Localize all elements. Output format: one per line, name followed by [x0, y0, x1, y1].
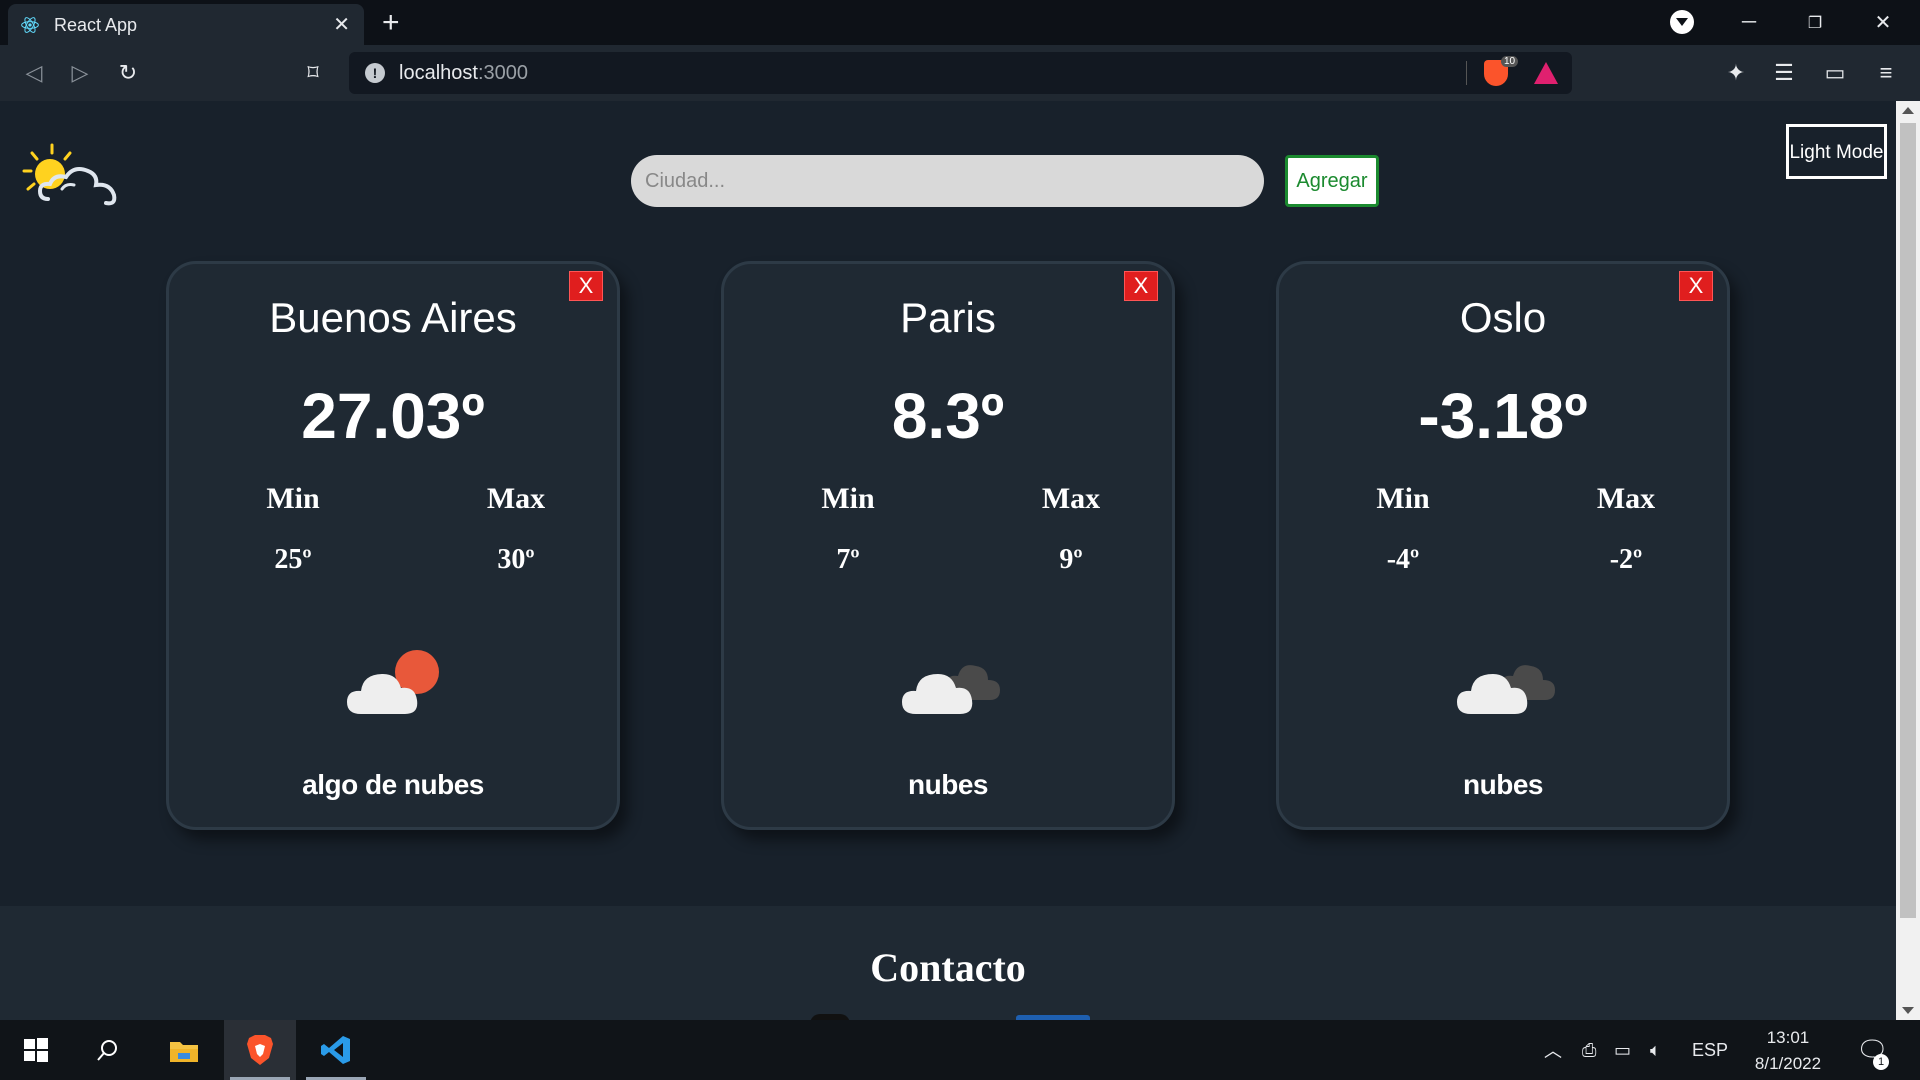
url-separator	[1466, 61, 1467, 85]
vscode-icon	[321, 1036, 350, 1064]
max-label: Max	[1596, 482, 1656, 515]
weather-description: nubes	[908, 769, 988, 800]
vscode-taskbar-button[interactable]	[300, 1020, 372, 1080]
forward-icon[interactable]: ▷	[64, 57, 96, 89]
weather-card: X Oslo -3.18º Min Max -4º -2º nubes	[1276, 261, 1730, 830]
system-clock[interactable]: 13:01 8/1/2022	[1740, 1025, 1836, 1077]
weather-card: X Paris 8.3º Min Max 7º 9º nubes	[721, 261, 1175, 830]
city-name: Oslo	[1459, 294, 1547, 341]
clock-time: 13:01	[1766, 1028, 1810, 1047]
browser-toolbar: ◁ ▷ ↻ ⌑ ! localhost:3000 10 ✦ ☰ ▭ ≡	[0, 45, 1920, 101]
notification-count-badge: 1	[1873, 1054, 1889, 1070]
reload-icon[interactable]: ↻	[112, 57, 144, 89]
search-button[interactable]	[72, 1020, 144, 1080]
minimize-icon[interactable]: ─	[1716, 0, 1782, 45]
menu-icon[interactable]: ≡	[1872, 59, 1900, 87]
meet-now-icon[interactable]: ⎙	[1582, 1020, 1596, 1080]
brave-rewards-icon[interactable]	[1534, 62, 1558, 84]
city-search-input[interactable]	[631, 155, 1264, 207]
wallet-icon[interactable]: ▭	[1821, 59, 1849, 87]
min-temperature: 7º	[836, 544, 860, 575]
file-explorer-button[interactable]	[148, 1020, 220, 1080]
min-temperature: -4º	[1386, 544, 1420, 575]
tab-title: React App	[54, 15, 138, 35]
browser-tab[interactable]: React App ✕	[8, 4, 364, 45]
current-temperature: 8.3º	[891, 380, 1005, 452]
weather-description: nubes	[1463, 769, 1543, 800]
brave-taskbar-button[interactable]	[224, 1020, 296, 1080]
add-city-button[interactable]: Agregar	[1285, 155, 1379, 207]
windows-logo-icon	[24, 1038, 48, 1062]
max-temperature: 30º	[497, 544, 535, 575]
scroll-down-arrow-icon[interactable]	[1902, 1007, 1914, 1014]
url-port: :3000	[477, 62, 528, 84]
broken-clouds-icon	[902, 665, 1000, 714]
broken-clouds-icon	[1457, 665, 1555, 714]
app-logo-sun-cloud-icon	[22, 143, 117, 206]
min-label: Min	[821, 482, 875, 515]
language-indicator[interactable]: ESP	[1692, 1020, 1728, 1080]
min-label: Min	[1376, 482, 1430, 515]
max-temperature: -2º	[1609, 544, 1643, 575]
start-button[interactable]	[0, 1020, 72, 1080]
browser-titlebar: React App ✕ + ─ ❐ ✕	[0, 0, 1920, 45]
contact-title: Contacto	[870, 945, 1026, 990]
max-label: Max	[486, 482, 546, 515]
url-text[interactable]: localhost:3000	[399, 62, 528, 85]
light-mode-toggle-button[interactable]: Light Mode	[1786, 124, 1887, 179]
city-name: Buenos Aires	[269, 294, 517, 341]
city-name: Paris	[900, 294, 996, 341]
windows-taskbar: ︿ ⎙ ▭ 🔈︎ ESP 13:01 8/1/2022 🗨︎ 1	[0, 1020, 1920, 1080]
scroll-up-arrow-icon[interactable]	[1902, 107, 1914, 114]
weather-description: algo de nubes	[302, 769, 484, 800]
current-temperature: -3.18º	[1418, 380, 1588, 452]
folder-icon	[170, 1042, 198, 1062]
max-temperature: 9º	[1059, 544, 1083, 575]
contact-section: Contacto	[0, 906, 1896, 1020]
min-label: Min	[266, 482, 320, 515]
address-bar[interactable]: ! localhost:3000 10	[349, 52, 1572, 94]
weather-card: X Buenos Aires 27.03º Min Max 25º 30º al…	[166, 261, 620, 830]
current-temperature: 27.03º	[301, 380, 485, 452]
url-host: localhost	[399, 62, 478, 84]
brave-browser-icon	[247, 1035, 273, 1065]
bookmark-icon[interactable]: ⌑	[297, 57, 329, 89]
back-icon[interactable]: ◁	[18, 57, 50, 89]
restore-icon[interactable]: ❐	[1782, 0, 1848, 45]
volume-icon[interactable]: 🔈︎	[1650, 1020, 1661, 1080]
tab-close-icon[interactable]: ✕	[333, 12, 350, 37]
new-tab-icon[interactable]: +	[382, 6, 400, 40]
min-temperature: 25º	[274, 544, 312, 575]
extensions-icon[interactable]: ✦	[1722, 59, 1750, 87]
scrollbar-thumb[interactable]	[1900, 123, 1916, 918]
max-label: Max	[1041, 482, 1101, 515]
window-close-icon[interactable]: ✕	[1850, 0, 1916, 45]
shield-count-badge: 10	[1501, 56, 1519, 67]
search-icon	[97, 1040, 117, 1061]
page-scrollbar[interactable]	[1896, 101, 1920, 1020]
few-clouds-day-icon	[347, 650, 439, 714]
clock-date: 8/1/2022	[1754, 1054, 1822, 1073]
page-viewport: Agregar Light Mode X Buenos Aires 27.03º…	[0, 101, 1896, 1020]
profile-dropdown-icon[interactable]	[1670, 10, 1694, 34]
site-info-icon[interactable]: !	[365, 63, 385, 83]
react-logo-icon	[21, 17, 39, 33]
media-controls-icon[interactable]: ☰	[1770, 59, 1798, 87]
notifications-icon[interactable]: 🗨︎	[1856, 1020, 1889, 1080]
show-hidden-icons-chevron-icon[interactable]: ︿	[1544, 1020, 1562, 1080]
network-icon[interactable]: ▭	[1614, 1020, 1631, 1080]
